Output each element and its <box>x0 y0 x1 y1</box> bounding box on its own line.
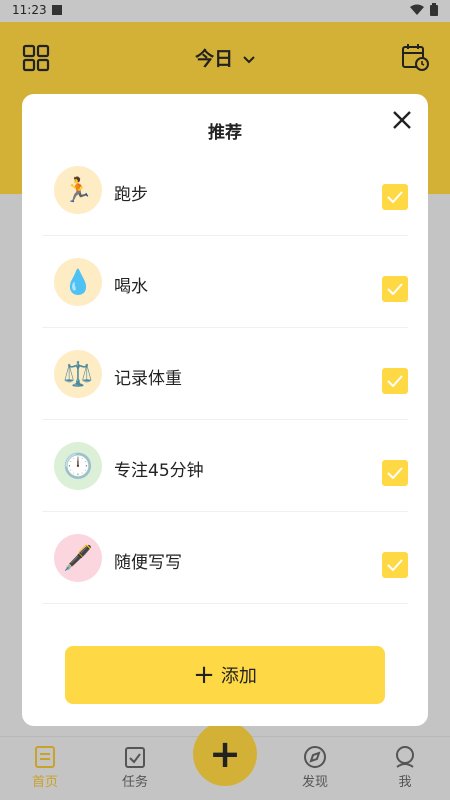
nav-item-home[interactable]: 首页 <box>15 745 75 790</box>
clock-icon: 🕛 <box>54 442 102 490</box>
page-title: 今日 <box>195 48 234 70</box>
nav-label: 任务 <box>121 775 148 790</box>
add-button-label: 添加 <box>220 666 257 687</box>
notification-icon <box>52 5 62 15</box>
item-label: 跑步 <box>114 185 148 205</box>
nav-label: 我 <box>398 775 412 790</box>
pen-icon: 🖋️ <box>54 534 102 582</box>
list-item[interactable]: 🕛 专注45分钟 <box>42 420 408 512</box>
list-item[interactable]: 🖋️ 随便写写 <box>42 512 408 604</box>
compass-icon <box>304 746 326 768</box>
check-icon <box>387 283 403 295</box>
nav-item-me[interactable]: 我 <box>375 745 435 790</box>
checkbox[interactable] <box>382 276 408 302</box>
item-label: 随便写写 <box>114 553 182 573</box>
status-time: 11:23 <box>12 3 47 17</box>
recommend-dialog: 推荐 🏃 跑步 💧 喝水 ⚖️ 记录体重 🕛 专注45分钟 🖋️ 随便写写 + … <box>22 94 428 726</box>
recommend-list: 🏃 跑步 💧 喝水 ⚖️ 记录体重 🕛 专注45分钟 🖋️ 随便写写 <box>42 144 408 604</box>
battery-icon <box>430 3 438 16</box>
add-fab-button[interactable]: + <box>193 722 257 786</box>
plus-icon: + <box>209 732 241 776</box>
running-icon: 🏃 <box>54 166 102 214</box>
item-label: 喝水 <box>114 277 148 297</box>
wifi-icon <box>410 4 424 15</box>
list-item[interactable]: 💧 喝水 <box>42 236 408 328</box>
status-bar: 11:23 <box>0 0 450 22</box>
checkbox[interactable] <box>382 460 408 486</box>
checkbox[interactable] <box>382 184 408 210</box>
calendar-clock-icon[interactable] <box>400 42 430 72</box>
list-item[interactable]: ⚖️ 记录体重 <box>42 328 408 420</box>
nav-item-tasks[interactable]: 任务 <box>105 745 165 790</box>
checkbox[interactable] <box>382 552 408 578</box>
close-icon[interactable] <box>390 108 414 132</box>
home-icon <box>35 746 55 768</box>
check-icon <box>387 559 403 571</box>
water-drop-icon: 💧 <box>54 258 102 306</box>
chevron-down-icon <box>243 55 255 63</box>
nav-label: 发现 <box>301 775 328 790</box>
check-icon <box>387 191 403 203</box>
date-selector[interactable]: 今日 <box>0 44 450 71</box>
check-icon <box>387 467 403 479</box>
check-icon <box>387 375 403 387</box>
plus-icon: + <box>193 660 215 690</box>
item-label: 专注45分钟 <box>114 461 204 481</box>
dialog-title: 推荐 <box>208 123 242 143</box>
user-icon <box>396 746 414 768</box>
add-button[interactable]: + 添加 <box>65 646 385 704</box>
nav-label: 首页 <box>31 775 58 790</box>
status-icons <box>410 3 438 16</box>
task-icon <box>125 747 145 768</box>
scale-icon: ⚖️ <box>54 350 102 398</box>
nav-item-discover[interactable]: 发现 <box>285 745 345 790</box>
checkbox[interactable] <box>382 368 408 394</box>
list-item[interactable]: 🏃 跑步 <box>42 144 408 236</box>
item-label: 记录体重 <box>114 369 182 389</box>
